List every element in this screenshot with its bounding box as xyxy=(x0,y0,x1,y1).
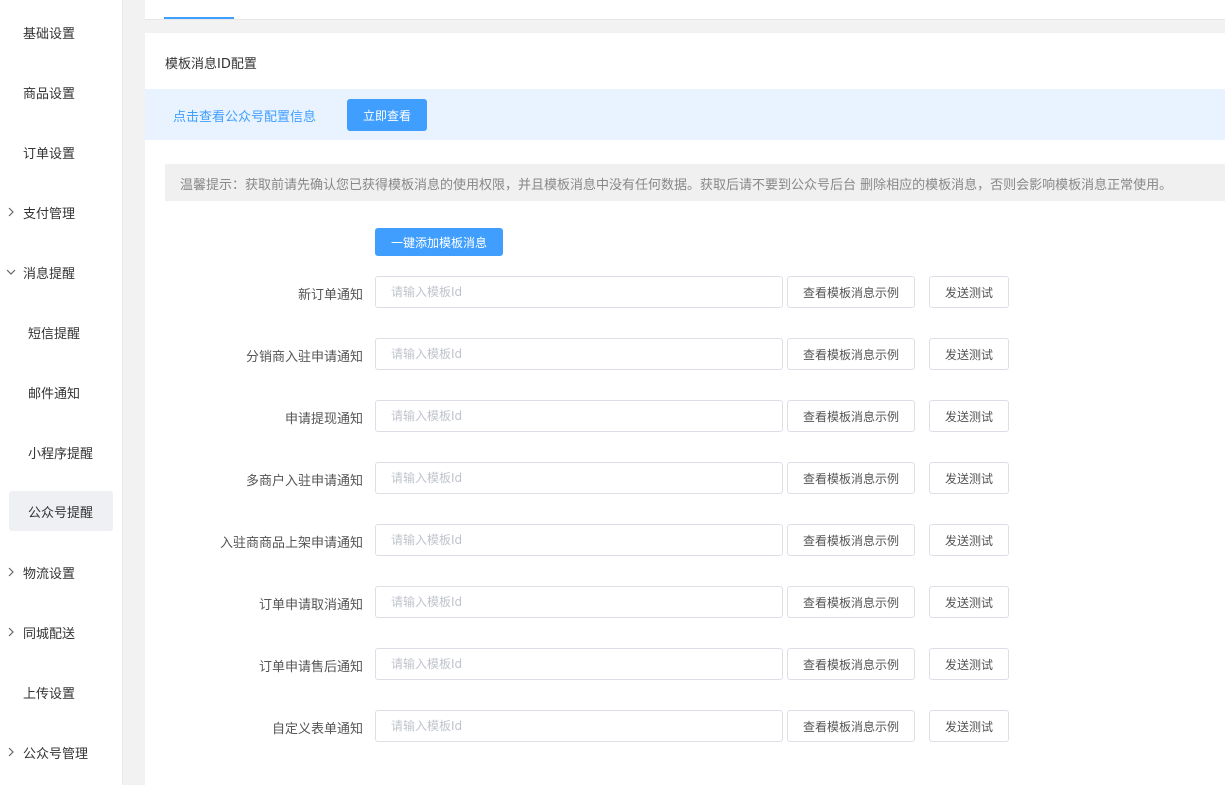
chevron-right-icon xyxy=(5,566,17,578)
send-test-button[interactable]: 发送测试 xyxy=(929,524,1009,556)
sidebar: 基础设置 商品设置 订单设置 支付管理 消息提醒 短信提醒 邮件通知 小程序提醒… xyxy=(0,0,123,785)
sidebar-item-official-account-reminder[interactable]: 公众号提醒 xyxy=(9,491,113,531)
sidebar-item-upload-settings[interactable]: 上传设置 xyxy=(0,672,123,712)
form-row-new-order: 新订单通知 查看模板消息示例 发送测试 xyxy=(145,276,1225,308)
form-row-distributor-apply: 分销商入驻申请通知 查看模板消息示例 发送测试 xyxy=(145,338,1225,370)
form-row-after-sales: 订单申请售后通知 查看模板消息示例 发送测试 xyxy=(145,648,1225,680)
chevron-right-icon xyxy=(5,626,17,638)
sidebar-item-label: 短信提醒 xyxy=(28,326,81,342)
view-example-button[interactable]: 查看模板消息示例 xyxy=(787,338,915,370)
field-label: 申请提现通知 xyxy=(284,412,363,427)
field-label: 订单申请售后通知 xyxy=(258,660,363,675)
form-row-withdraw-apply: 申请提现通知 查看模板消息示例 发送测试 xyxy=(145,400,1225,432)
view-example-button[interactable]: 查看模板消息示例 xyxy=(787,276,915,308)
view-example-button[interactable]: 查看模板消息示例 xyxy=(787,462,915,494)
chevron-down-icon xyxy=(5,266,17,278)
template-id-input[interactable] xyxy=(375,462,783,494)
send-test-button[interactable]: 发送测试 xyxy=(929,648,1009,680)
view-config-link[interactable]: 点击查看公众号配置信息 xyxy=(173,106,316,125)
sidebar-item-label: 同城配送 xyxy=(23,626,76,642)
sidebar-item-official-account-management[interactable]: 公众号管理 xyxy=(0,732,123,772)
sidebar-item-label: 消息提醒 xyxy=(23,266,76,282)
send-test-button[interactable]: 发送测试 xyxy=(929,276,1009,308)
send-test-button[interactable]: 发送测试 xyxy=(929,400,1009,432)
page-title: 模板消息ID配置 xyxy=(165,57,257,72)
sidebar-item-logistics-settings[interactable]: 物流设置 xyxy=(0,552,123,592)
field-label: 入驻商商品上架申请通知 xyxy=(219,536,363,551)
sidebar-item-label: 小程序提醒 xyxy=(28,446,94,462)
sidebar-item-basic-settings[interactable]: 基础设置 xyxy=(0,12,123,52)
add-all-templates-button[interactable]: 一键添加模板消息 xyxy=(375,228,503,256)
view-now-button[interactable]: 立即查看 xyxy=(347,99,427,131)
sidebar-item-message-reminder[interactable]: 消息提醒 xyxy=(0,252,123,292)
form-row-custom-form: 自定义表单通知 查看模板消息示例 发送测试 xyxy=(145,710,1225,742)
send-test-button[interactable]: 发送测试 xyxy=(929,586,1009,618)
template-id-input[interactable] xyxy=(375,524,783,556)
sidebar-item-sms-reminder[interactable]: 短信提醒 xyxy=(0,312,123,352)
sidebar-item-miniprogram-reminder[interactable]: 小程序提醒 xyxy=(0,432,123,472)
view-example-button[interactable]: 查看模板消息示例 xyxy=(787,586,915,618)
view-example-button[interactable]: 查看模板消息示例 xyxy=(787,648,915,680)
template-id-input[interactable] xyxy=(375,338,783,370)
field-label: 分销商入驻申请通知 xyxy=(245,350,363,365)
sidebar-item-label: 商品设置 xyxy=(23,86,76,102)
tab-bar xyxy=(145,0,1225,20)
warning-tip: 温馨提示：获取前请先确认您已获得模板消息的使用权限，并且模板消息中没有任何数据。… xyxy=(165,164,1225,201)
send-test-button[interactable]: 发送测试 xyxy=(929,338,1009,370)
sidebar-item-label: 订单设置 xyxy=(23,146,76,162)
view-example-button[interactable]: 查看模板消息示例 xyxy=(787,524,915,556)
sidebar-item-order-settings[interactable]: 订单设置 xyxy=(0,132,123,172)
form-row-product-listing-apply: 入驻商商品上架申请通知 查看模板消息示例 发送测试 xyxy=(145,524,1225,556)
form-row-order-cancel: 订单申请取消通知 查看模板消息示例 发送测试 xyxy=(145,586,1225,618)
send-test-button[interactable]: 发送测试 xyxy=(929,462,1009,494)
sidebar-item-label: 支付管理 xyxy=(23,206,76,222)
sidebar-item-local-delivery[interactable]: 同城配送 xyxy=(0,612,123,652)
template-id-input[interactable] xyxy=(375,648,783,680)
template-id-input[interactable] xyxy=(375,276,783,308)
template-id-input[interactable] xyxy=(375,710,783,742)
form-row-merchant-apply: 多商户入驻申请通知 查看模板消息示例 发送测试 xyxy=(145,462,1225,494)
field-label: 多商户入驻申请通知 xyxy=(245,474,363,489)
sidebar-item-label: 邮件通知 xyxy=(28,386,81,402)
sidebar-item-payment-management[interactable]: 支付管理 xyxy=(0,192,123,232)
chevron-right-icon xyxy=(5,206,17,218)
sidebar-item-label: 公众号提醒 xyxy=(28,505,94,521)
field-label: 新订单通知 xyxy=(297,288,363,303)
sidebar-item-label: 物流设置 xyxy=(23,566,76,582)
info-banner: 点击查看公众号配置信息 立即查看 xyxy=(145,89,1225,140)
template-id-input[interactable] xyxy=(375,400,783,432)
field-label: 自定义表单通知 xyxy=(271,722,363,737)
template-config-panel: 模板消息ID配置 点击查看公众号配置信息 立即查看 温馨提示：获取前请先确认您已… xyxy=(145,33,1225,785)
field-label: 订单申请取消通知 xyxy=(258,598,363,613)
template-id-input[interactable] xyxy=(375,586,783,618)
view-example-button[interactable]: 查看模板消息示例 xyxy=(787,710,915,742)
sidebar-item-label: 公众号管理 xyxy=(23,746,89,762)
sidebar-item-label: 基础设置 xyxy=(23,26,76,42)
sidebar-item-product-settings[interactable]: 商品设置 xyxy=(0,72,123,112)
view-example-button[interactable]: 查看模板消息示例 xyxy=(787,400,915,432)
chevron-right-icon xyxy=(5,746,17,758)
send-test-button[interactable]: 发送测试 xyxy=(929,710,1009,742)
sidebar-item-label: 上传设置 xyxy=(23,686,76,702)
sidebar-item-email-notice[interactable]: 邮件通知 xyxy=(0,372,123,412)
active-tab-indicator xyxy=(164,17,234,19)
tip-text: 温馨提示：获取前请先确认您已获得模板消息的使用权限，并且模板消息中没有任何数据。… xyxy=(180,178,1173,193)
